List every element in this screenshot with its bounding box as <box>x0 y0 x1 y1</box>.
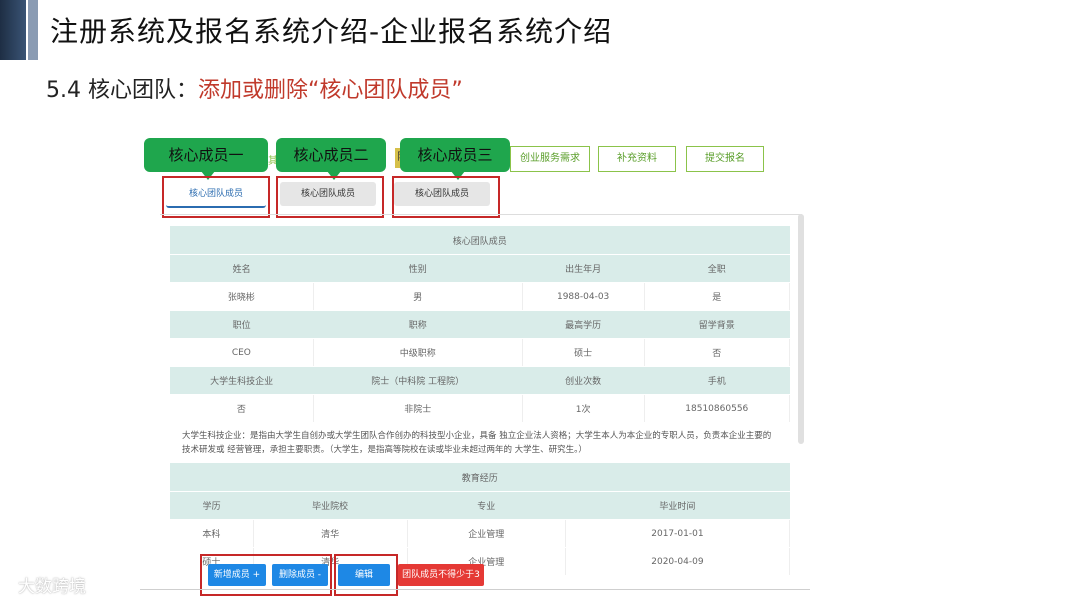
table-cell: 2020-04-09 <box>565 547 791 576</box>
watermark-logo: 大数跨境 <box>18 577 86 597</box>
table-row: 职位 职称 最高学历 留学背景 <box>170 310 790 339</box>
title-accent-bar <box>0 0 26 60</box>
callout-member-three: 核心成员三 <box>400 138 510 180</box>
table-cell: 男 <box>313 282 523 311</box>
table-row: 否 非院士 1次 18510860556 <box>170 394 791 423</box>
member-info-table: 核心团队成员 姓名 性别 出生年月 全职 张晓彬 男 1988-04-03 是 … <box>170 226 791 423</box>
table-row: 大学生科技企业 院士（中科院 工程院） 创业次数 手机 <box>170 366 790 395</box>
table-cell: 职位 <box>170 310 314 339</box>
table-cell: 本科 <box>170 519 254 548</box>
table-cell: 毕业时间 <box>565 491 790 520</box>
highlight-box-tab-one <box>162 176 270 218</box>
table-cell: 姓名 <box>170 254 314 283</box>
minimum-members-warning: 团队成员不得少于3人 <box>398 564 484 600</box>
footer-divider <box>140 589 810 590</box>
highlight-box-tab-three <box>392 176 500 218</box>
callout-member-one: 核心成员一 <box>144 138 268 180</box>
table-cell: 企业管理 <box>407 519 566 548</box>
table-cell: 性别 <box>313 254 523 283</box>
callout-member-two: 核心成员二 <box>276 138 386 180</box>
table-cell: 手机 <box>644 366 790 395</box>
table-row: 张晓彬 男 1988-04-03 是 <box>170 282 791 311</box>
slide-subtitle: 5.4 核心团队：添加或删除“核心团队成员” <box>46 72 463 104</box>
nav-service-needs-button[interactable]: 创业服务需求 <box>510 146 590 172</box>
subtitle-highlight: 添加或删除“核心团队成员” <box>197 78 463 103</box>
table-cell: 清华 <box>253 519 408 548</box>
table-cell: 是 <box>644 282 791 311</box>
tab-divider <box>160 214 802 215</box>
table-cell: 出生年月 <box>522 254 645 283</box>
table-caption: 核心团队成员 <box>170 226 790 255</box>
table-cell: 大学生科技企业 <box>170 366 314 395</box>
table-cell: 1988-04-03 <box>522 282 645 311</box>
table-cell: 院士（中科院 工程院） <box>313 366 523 395</box>
table-row: CEO 中级职称 硕士 否 <box>170 338 791 367</box>
table-row: 本科 清华 企业管理 2017-01-01 <box>170 519 791 548</box>
table-cell: 创业次数 <box>522 366 645 395</box>
nav-submit-button[interactable]: 提交报名 <box>686 146 764 172</box>
table-cell: 非院士 <box>313 394 523 423</box>
scrollbar[interactable] <box>798 214 804 444</box>
table-cell: 全职 <box>644 254 790 283</box>
table-cell: 专业 <box>407 491 566 520</box>
table-cell: 2017-01-01 <box>565 519 791 548</box>
table-cell: 职称 <box>313 310 523 339</box>
table-cell: 毕业院校 <box>253 491 408 520</box>
table-cell: 1次 <box>522 394 645 423</box>
member-detail-panel: 核心团队成员 姓名 性别 出生年月 全职 张晓彬 男 1988-04-03 是 … <box>170 226 791 576</box>
table-cell: 18510860556 <box>644 394 791 423</box>
slide-title: 注册系统及报名系统介绍-企业报名系统介绍 <box>50 15 613 48</box>
table-row: 学历 毕业院校 专业 毕业时间 <box>170 491 790 520</box>
definition-note: 大学生科技企业：是指由大学生自创办或大学生团队合作创办的科技型小企业，具备 独立… <box>170 423 790 463</box>
education-caption: 教育经历 <box>170 463 790 492</box>
table-cell: 学历 <box>170 491 254 520</box>
table-cell: 中级职称 <box>313 338 523 367</box>
title-accent-bar-light <box>28 0 38 60</box>
embedded-screenshot: 其 队 创业服务需求 补充资料 提交报名 核心成员一 核心成员二 核心成员三 核… <box>140 130 810 600</box>
table-cell: 否 <box>170 394 314 423</box>
highlight-box-tab-two <box>276 176 384 218</box>
nav-supplement-button[interactable]: 补充资料 <box>598 146 676 172</box>
table-cell: 留学背景 <box>644 310 790 339</box>
table-row: 姓名 性别 出生年月 全职 <box>170 254 790 283</box>
table-cell: 硕士 <box>522 338 645 367</box>
table-cell: 张晓彬 <box>170 282 314 311</box>
table-cell: 否 <box>644 338 791 367</box>
subtitle-prefix: 5.4 核心团队： <box>46 78 198 103</box>
table-cell: CEO <box>170 338 314 367</box>
table-cell: 最高学历 <box>522 310 645 339</box>
